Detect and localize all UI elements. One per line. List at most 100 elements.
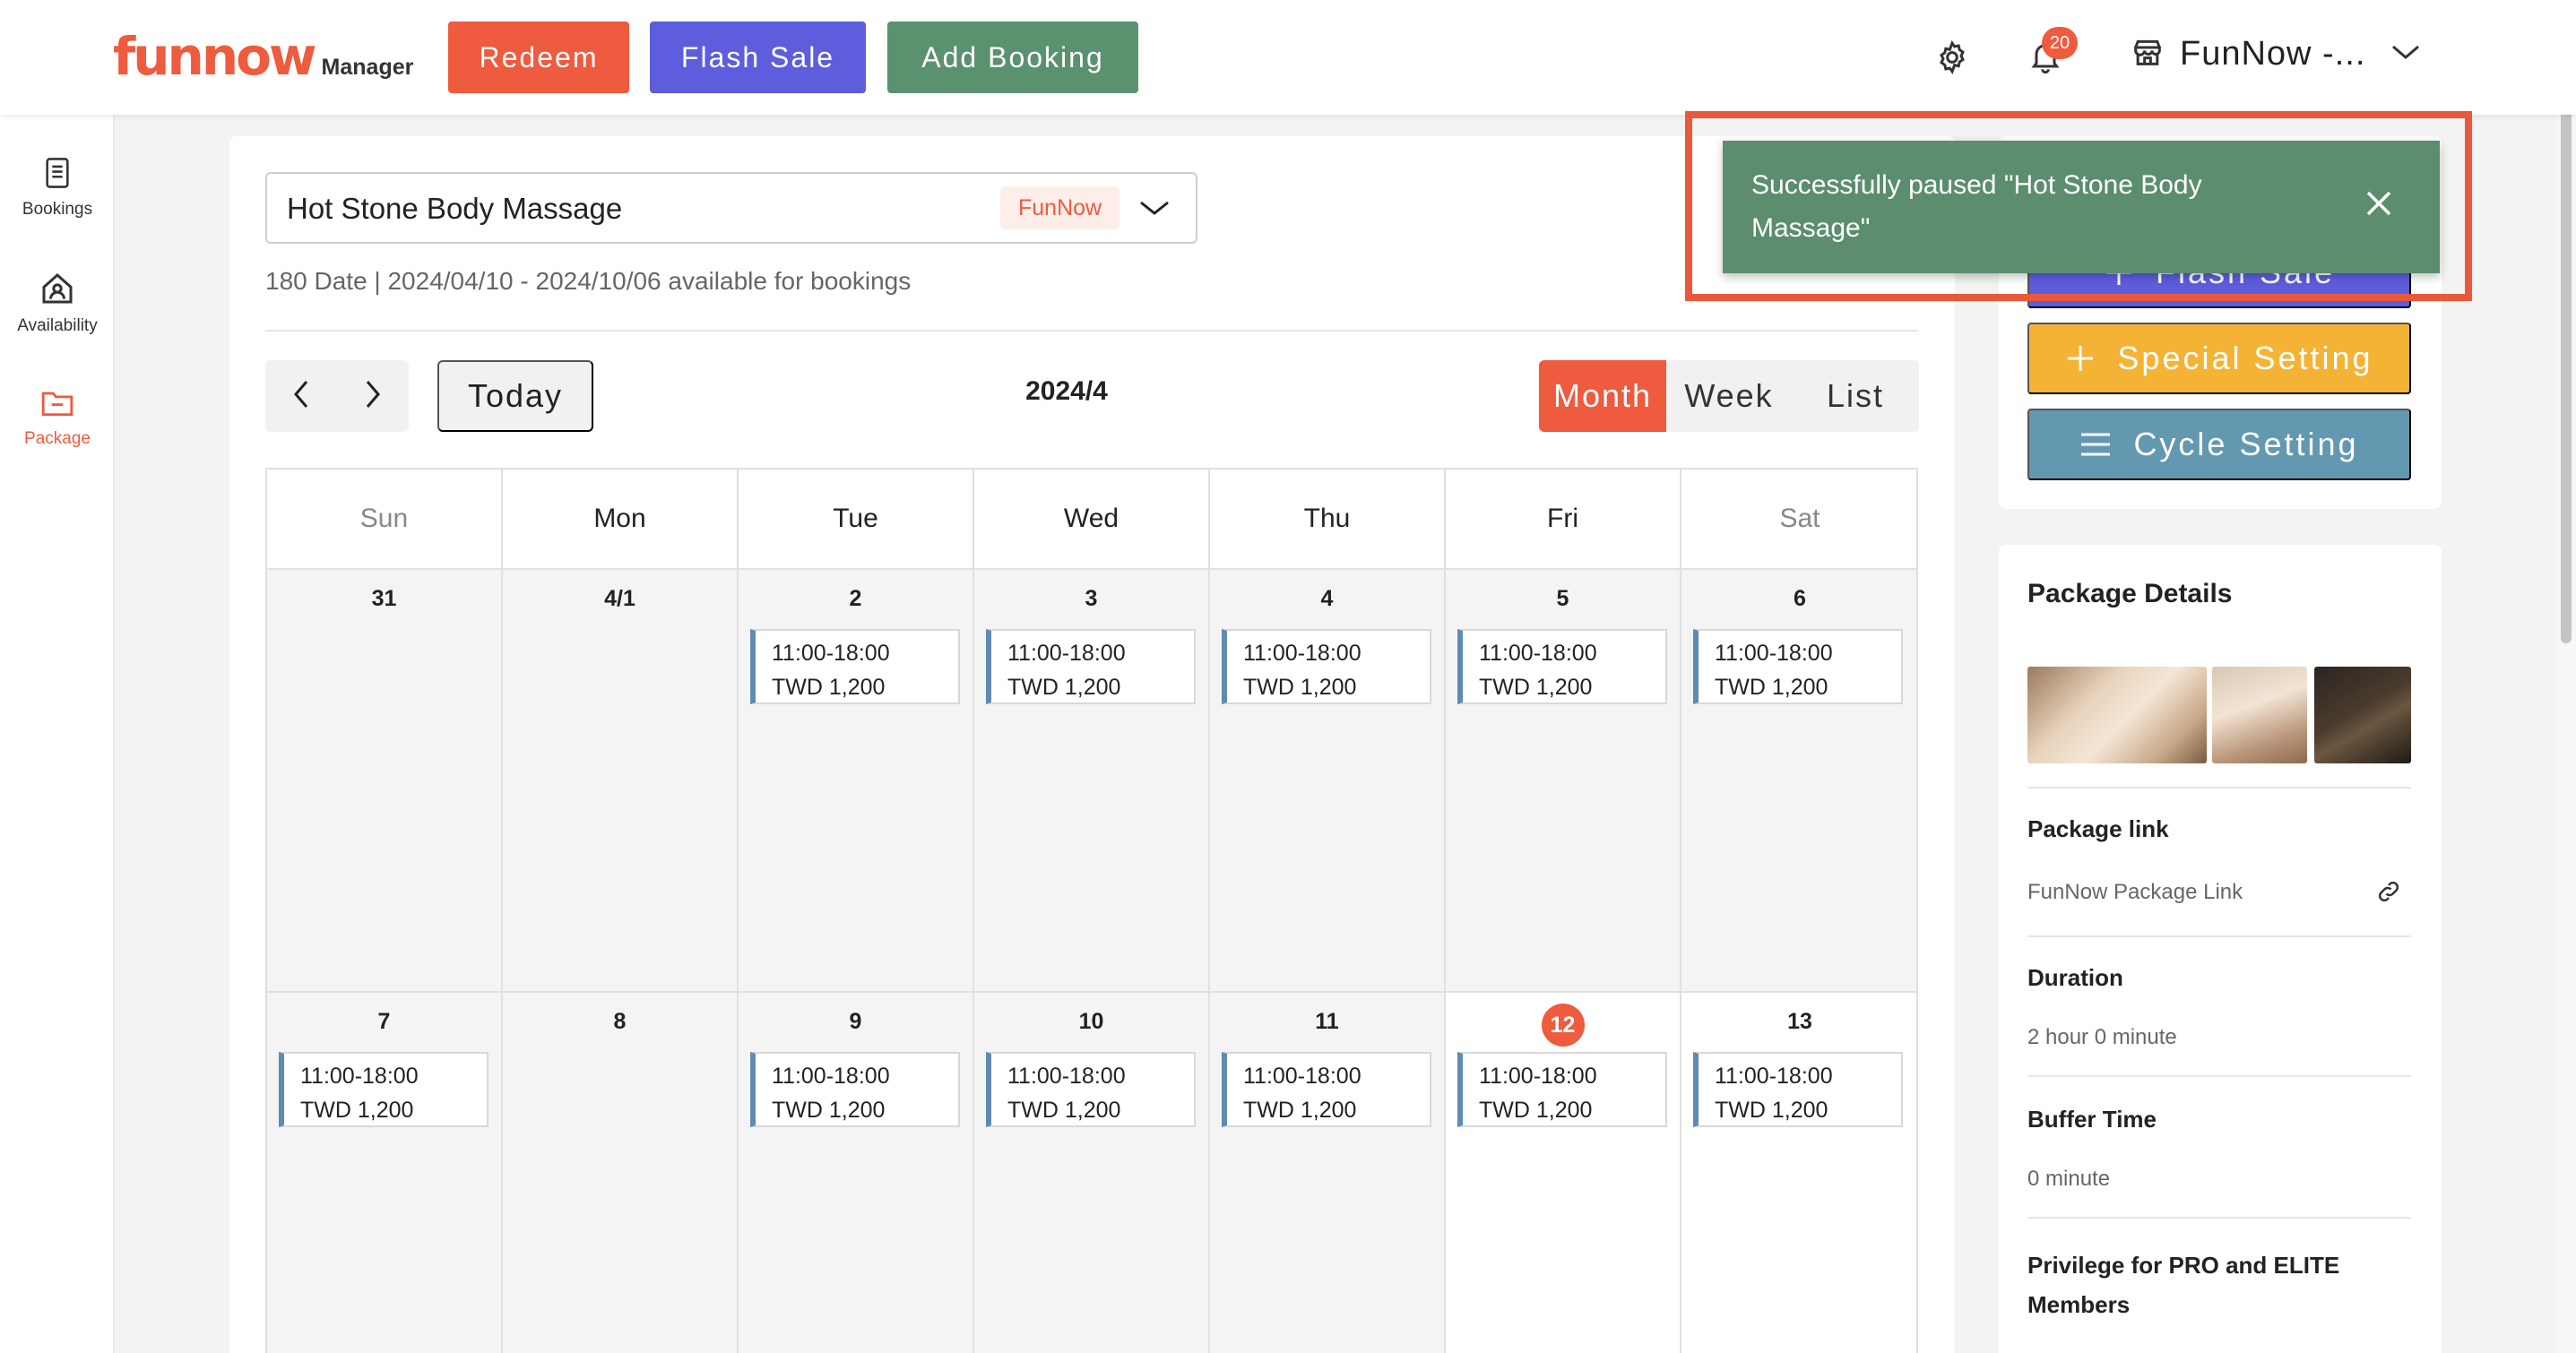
funnow-logo[interactable]: funnow Manager [113, 27, 413, 86]
time-slot-event[interactable]: 11:00-18:00 TWD 1,200 [1222, 629, 1431, 704]
calendar-day-cell-today[interactable]: 12 11:00-18:00 TWD 1,200 [1446, 991, 1681, 1353]
package-photo-thumbnail[interactable] [2314, 667, 2411, 763]
slot-price: TWD 1,200 [1243, 675, 1357, 700]
weekday-header: Fri [1446, 470, 1681, 568]
chevron-down-icon [2390, 43, 2421, 65]
slot-price: TWD 1,200 [1715, 1098, 1828, 1123]
calendar-day-cell[interactable]: 5 11:00-18:00 TWD 1,200 [1446, 568, 1681, 991]
notification-count-badge: 20 [2042, 27, 2078, 59]
divider [2027, 935, 2411, 937]
store-name: FunNow -... [2180, 35, 2366, 73]
calendar-day-cell[interactable]: 9 11:00-18:00 TWD 1,200 [739, 991, 974, 1353]
time-slot-event[interactable]: 11:00-18:00 TWD 1,200 [1222, 1052, 1431, 1127]
slot-time: 11:00-18:00 [772, 641, 890, 666]
time-slot-event[interactable]: 11:00-18:00 TWD 1,200 [986, 629, 1196, 704]
time-slot-event[interactable]: 11:00-18:00 TWD 1,200 [750, 629, 960, 704]
day-number: 10 [1078, 1009, 1104, 1034]
slot-time: 11:00-18:00 [1479, 1064, 1597, 1089]
package-select-value: Hot Stone Body Massage [287, 192, 623, 225]
link-icon[interactable] [2375, 878, 2402, 909]
calendar-day-cell[interactable]: 6 11:00-18:00 TWD 1,200 [1681, 568, 1916, 991]
time-slot-event[interactable]: 11:00-18:00 TWD 1,200 [750, 1052, 960, 1127]
sidebar-item-package[interactable]: Package [0, 387, 115, 449]
time-slot-event[interactable]: 11:00-18:00 TWD 1,200 [1693, 629, 1903, 704]
availability-summary: 180 Date | 2024/04/10 - 2024/10/06 avail… [265, 267, 912, 295]
document-icon [42, 156, 73, 194]
gear-icon[interactable] [1931, 36, 1974, 79]
privilege-label: Privilege for PRO and ELITE Members [2027, 1252, 2340, 1318]
calendar-day-cell[interactable]: 8 [503, 991, 739, 1353]
weekday-header: Wed [974, 470, 1210, 568]
left-sidebar: Bookings Availability Package [0, 115, 115, 1353]
slot-time: 11:00-18:00 [1007, 1064, 1126, 1089]
tab-week[interactable]: Week [1666, 360, 1792, 432]
day-number: 5 [1556, 586, 1569, 611]
time-slot-event[interactable]: 11:00-18:00 TWD 1,200 [986, 1052, 1196, 1127]
sidebar-item-bookings[interactable]: Bookings [0, 156, 115, 220]
day-number: 8 [613, 1009, 627, 1034]
chevron-right-icon[interactable] [362, 376, 384, 417]
weekday-header: Tue [739, 470, 974, 568]
time-slot-event[interactable]: 11:00-18:00 TWD 1,200 [1457, 629, 1667, 704]
chevron-left-icon[interactable] [290, 376, 312, 417]
top-header: funnow Manager Redeem Flash Sale Add Boo… [0, 0, 2576, 115]
sidebar-item-label: Package [24, 429, 91, 448]
special-setting-button[interactable]: Special Setting [2027, 323, 2411, 394]
divider [2027, 787, 2411, 789]
platform-tag: FunNow [1000, 186, 1120, 229]
duration-label: Duration [2027, 964, 2123, 991]
calendar-month-title: 2024/4 [1025, 376, 1108, 406]
calendar-day-cell[interactable]: 4/1 [503, 568, 739, 991]
tab-month[interactable]: Month [1539, 360, 1666, 432]
redeem-button[interactable]: Redeem [448, 22, 629, 93]
day-number: 4/1 [604, 586, 635, 611]
day-number: 6 [1794, 586, 1806, 611]
package-photo-thumbnail[interactable] [2027, 667, 2207, 763]
duration-value: 2 hour 0 minute [2027, 1025, 2177, 1049]
time-slot-event[interactable]: 11:00-18:00 TWD 1,200 [1693, 1052, 1903, 1127]
calendar-day-cell[interactable]: 31 [267, 568, 503, 991]
slot-time: 11:00-18:00 [1007, 641, 1126, 666]
weekday-header: Thu [1210, 470, 1446, 568]
logo-wordmark: funnow [113, 26, 317, 87]
slot-price: TWD 1,200 [1715, 675, 1828, 700]
buffer-time-label: Buffer Time [2027, 1106, 2157, 1133]
close-icon[interactable] [2361, 185, 2397, 226]
home-user-icon [39, 271, 75, 311]
day-number: 9 [849, 1009, 862, 1034]
today-button[interactable]: Today [437, 360, 593, 432]
special-setting-label: Special Setting [2117, 340, 2373, 376]
today-day-number: 12 [1541, 1004, 1585, 1047]
slot-price: TWD 1,200 [1479, 1098, 1593, 1123]
slot-price: TWD 1,200 [1243, 1098, 1357, 1123]
package-photo-thumbnail[interactable] [2212, 667, 2307, 763]
calendar-day-cell[interactable]: 7 11:00-18:00 TWD 1,200 [267, 991, 503, 1353]
time-slot-event[interactable]: 11:00-18:00 TWD 1,200 [279, 1052, 488, 1127]
calendar-day-cell[interactable]: 11 11:00-18:00 TWD 1,200 [1210, 991, 1446, 1353]
calendar-day-cell[interactable]: 13 11:00-18:00 TWD 1,200 [1681, 991, 1916, 1353]
calendar-day-cell[interactable]: 3 11:00-18:00 TWD 1,200 [974, 568, 1210, 991]
package-link-label: Package link [2027, 815, 2169, 842]
day-number: 3 [1085, 586, 1098, 611]
slot-price: TWD 1,200 [772, 1098, 886, 1123]
calendar-day-cell[interactable]: 2 11:00-18:00 TWD 1,200 [739, 568, 974, 991]
calendar-day-cell[interactable]: 10 11:00-18:00 TWD 1,200 [974, 991, 1210, 1353]
tab-list[interactable]: List [1792, 360, 1919, 432]
slot-time: 11:00-18:00 [1715, 641, 1833, 666]
slot-time: 11:00-18:00 [1479, 641, 1597, 666]
day-number: 31 [371, 586, 397, 611]
slot-time: 11:00-18:00 [1715, 1064, 1833, 1089]
slot-time: 11:00-18:00 [1243, 1064, 1361, 1089]
calendar-day-cell[interactable]: 4 11:00-18:00 TWD 1,200 [1210, 568, 1446, 991]
calendar-nav-group [265, 360, 409, 432]
add-booking-button[interactable]: Add Booking [887, 22, 1138, 93]
cycle-setting-button[interactable]: Cycle Setting [2027, 409, 2411, 480]
time-slot-event[interactable]: 11:00-18:00 TWD 1,200 [1457, 1052, 1667, 1127]
sidebar-item-availability[interactable]: Availability [0, 271, 115, 336]
store-switcher[interactable]: FunNow -... [2130, 34, 2421, 74]
package-link-text[interactable]: FunNow Package Link [2027, 880, 2243, 905]
folder-icon [40, 387, 74, 424]
package-select[interactable]: Hot Stone Body Massage FunNow [265, 172, 1197, 244]
package-details-title: Package Details [2027, 579, 2233, 608]
flash-sale-header-button[interactable]: Flash Sale [650, 22, 866, 93]
